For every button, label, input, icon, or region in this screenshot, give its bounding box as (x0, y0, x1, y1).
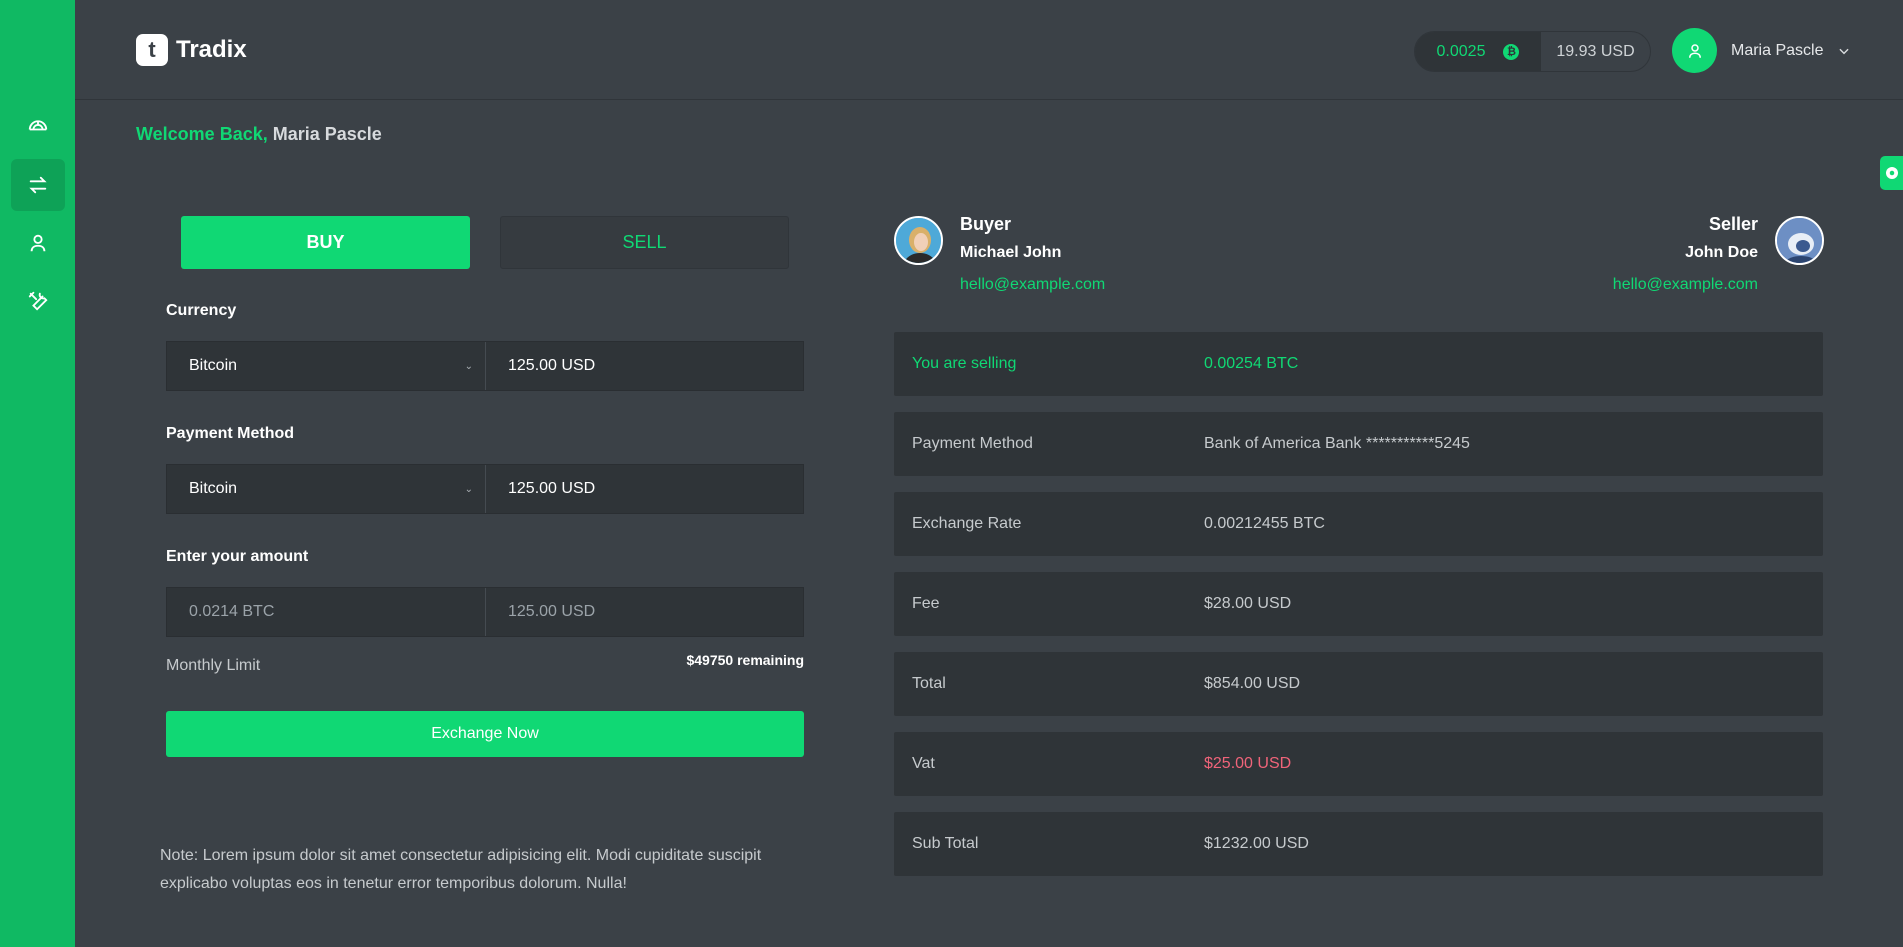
amount-usd-input[interactable]: 125.00 USD (486, 588, 803, 636)
amount-label: Enter your amount (166, 548, 309, 565)
payment-amount-input[interactable]: 125.00 USD (486, 465, 803, 513)
btc-balance: 0.0025 ₿ (1415, 32, 1541, 71)
top-bar: t Tradix 0.0025 ₿ 19.93 USD Maria Pascle (75, 0, 1903, 100)
currency-selected: Bitcoin (189, 357, 238, 374)
app-name: Tradix (176, 36, 247, 63)
currency-select[interactable]: Bitcoin ⌄ (167, 342, 486, 390)
seller-photo (1777, 218, 1822, 263)
buyer-photo (896, 218, 941, 263)
buyer-email[interactable]: hello@example.com (960, 276, 1105, 294)
detail-label: Payment Method (912, 435, 1033, 452)
sidebar-item-settings[interactable] (11, 275, 65, 327)
detail-row-total: Total $854.00 USD (894, 652, 1823, 716)
dashboard-icon (28, 120, 48, 131)
currency-amount-input[interactable]: 125.00 USD (486, 342, 803, 390)
detail-label: Fee (912, 595, 940, 612)
exchange-now-button[interactable]: Exchange Now (166, 711, 804, 757)
amount-row: 0.0214 BTC 125.00 USD (166, 587, 804, 637)
chevron-down-icon: ⌄ (464, 483, 473, 495)
theme-settings-button[interactable] (1880, 156, 1903, 190)
seller-avatar (1775, 216, 1824, 265)
remaining-limit: $49750 remaining (686, 652, 804, 668)
note-text: Note: Lorem ipsum dolor sit amet consect… (160, 847, 762, 892)
detail-row-fee: Fee $28.00 USD (894, 572, 1823, 636)
sidebar-item-dashboard[interactable] (11, 98, 65, 150)
btc-balance-value: 0.0025 (1436, 42, 1486, 60)
buyer-role: Buyer (960, 214, 1012, 234)
detail-row-exchange-rate: Exchange Rate 0.00212455 BTC (894, 492, 1823, 556)
sidebar-item-exchange[interactable] (11, 159, 65, 211)
exchange-arrows-icon (29, 176, 47, 194)
detail-row-payment-method: Payment Method Bank of America Bank ****… (894, 412, 1823, 476)
usd-balance-value: 19.93 USD (1556, 42, 1635, 60)
detail-row-selling: You are selling 0.00254 BTC (894, 332, 1823, 396)
user-name: Maria Pascle (1731, 41, 1824, 59)
detail-label: You are selling (912, 355, 1017, 372)
user-menu[interactable]: Maria Pascle (1672, 28, 1851, 73)
sidebar (0, 0, 75, 947)
seller-email[interactable]: hello@example.com (1613, 276, 1758, 294)
payment-method-label: Payment Method (166, 425, 295, 442)
buyer-avatar (894, 216, 943, 265)
amount-btc-input[interactable]: 0.0214 BTC (167, 588, 486, 636)
chevron-down-icon: ⌄ (464, 360, 473, 372)
detail-value: 0.00254 BTC (1204, 355, 1299, 372)
detail-label: Total (912, 675, 946, 692)
welcome-name: Maria Pascle (272, 124, 382, 144)
monthly-limit-label: Monthly Limit (166, 657, 261, 674)
detail-row-sub-total: Sub Total $1232.00 USD (894, 812, 1823, 876)
wallet-balance[interactable]: 0.0025 ₿ 19.93 USD (1414, 31, 1651, 72)
sidebar-item-profile[interactable] (11, 217, 65, 269)
chevron-down-icon (1839, 48, 1850, 54)
sell-tab[interactable]: SELL (500, 216, 789, 269)
detail-label: Sub Total (912, 835, 979, 852)
currency-row: Bitcoin ⌄ 125.00 USD (166, 341, 804, 391)
user-icon (30, 234, 46, 252)
detail-value: $25.00 USD (1204, 755, 1292, 772)
avatar (1672, 28, 1717, 73)
bitcoin-icon: ₿ (1503, 43, 1520, 60)
gear-icon (1886, 167, 1898, 179)
detail-label: Vat (912, 755, 935, 772)
payment-method-row: Bitcoin ⌄ 125.00 USD (166, 464, 804, 514)
welcome-greeting: Welcome Back, (136, 124, 268, 144)
app-logo[interactable]: t Tradix (136, 34, 247, 66)
payment-method-select[interactable]: Bitcoin ⌄ (167, 465, 486, 513)
detail-value: Bank of America Bank ***********5245 (1204, 435, 1470, 452)
tools-icon (28, 291, 48, 311)
detail-value: 0.00212455 BTC (1204, 515, 1325, 532)
seller-name: John Doe (1685, 244, 1758, 261)
detail-row-vat: Vat $25.00 USD (894, 732, 1823, 796)
logo-mark-icon: t (136, 34, 168, 66)
user-icon (1688, 43, 1701, 58)
currency-label: Currency (166, 302, 237, 319)
detail-value: $1232.00 USD (1204, 835, 1309, 852)
detail-value: $28.00 USD (1204, 595, 1292, 612)
welcome-message: Welcome Back, Maria Pascle (136, 124, 382, 145)
detail-label: Exchange Rate (912, 515, 1022, 532)
payment-method-selected: Bitcoin (189, 480, 238, 497)
buyer-name: Michael John (960, 244, 1062, 261)
buy-tab[interactable]: BUY (181, 216, 470, 269)
seller-role: Seller (1708, 214, 1758, 234)
detail-value: $854.00 USD (1204, 675, 1301, 692)
